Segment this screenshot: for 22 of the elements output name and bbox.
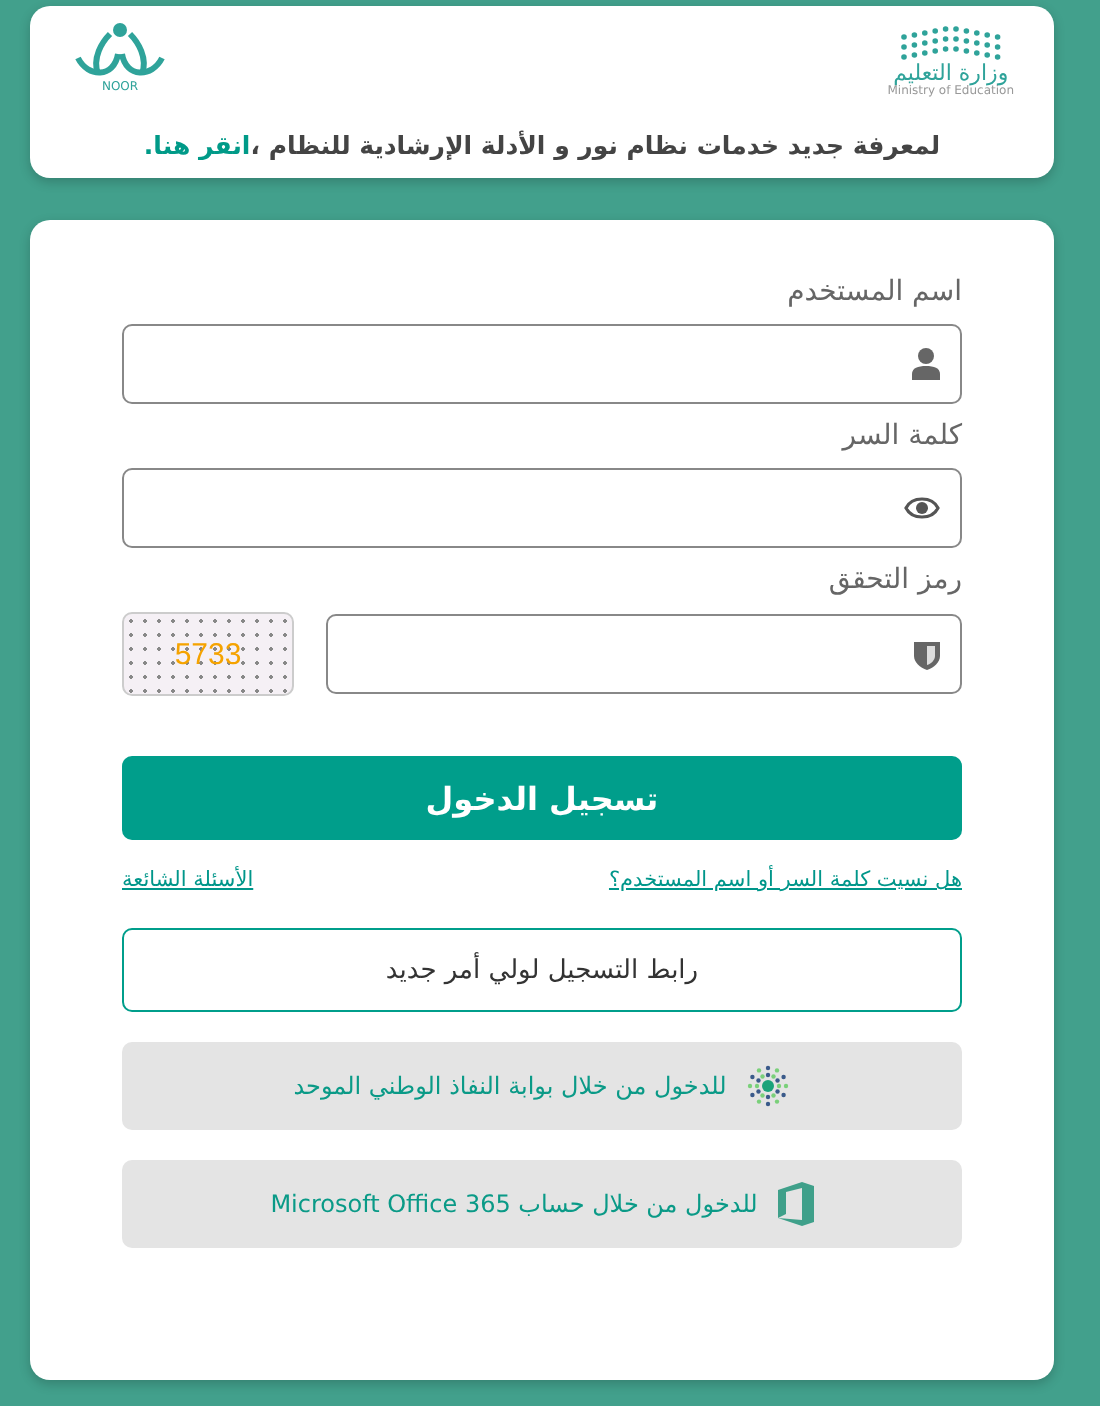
help-link[interactable]: الأسئلة الشائعة	[122, 868, 254, 892]
input-field[interactable]	[122, 468, 962, 548]
help-link[interactable]: هل نسيت كلمة السر أو اسم المستخدم؟	[608, 868, 962, 892]
click-here-link[interactable]: انقر هنا.	[143, 130, 251, 160]
login-button[interactable]: تسجيل الدخول	[122, 756, 962, 840]
field-label: كلمة السر	[842, 420, 962, 452]
shield-icon	[914, 639, 940, 669]
field-label: اسم المستخدم	[787, 276, 962, 308]
input-field[interactable]	[326, 614, 962, 694]
alt-login-button[interactable]: للدخول من خلال بوابة النفاذ الوطني الموحد	[122, 1042, 962, 1130]
alt-login-button[interactable]: للدخول من خلال حساب Microsoft Office 365	[122, 1160, 962, 1248]
register-button[interactable]: رابط التسجيل لولي أمر جديد	[122, 928, 962, 1012]
captcha-image: 5733	[122, 612, 294, 696]
user-icon	[912, 348, 940, 380]
field-label: رمز التحقق	[828, 564, 962, 596]
notice-text: لمعرفة جديد خدمات نظام نور و الأدلة الإرشادية للنظام ،انقر هنا.	[141, 130, 943, 160]
input-field[interactable]	[122, 324, 962, 404]
logo-text: وزارة التعليم	[893, 62, 1009, 86]
figure-logo-icon	[70, 22, 170, 82]
office-icon	[777, 1182, 814, 1226]
eye-icon[interactable]	[904, 496, 940, 520]
dotted-globe-icon	[746, 1064, 791, 1108]
